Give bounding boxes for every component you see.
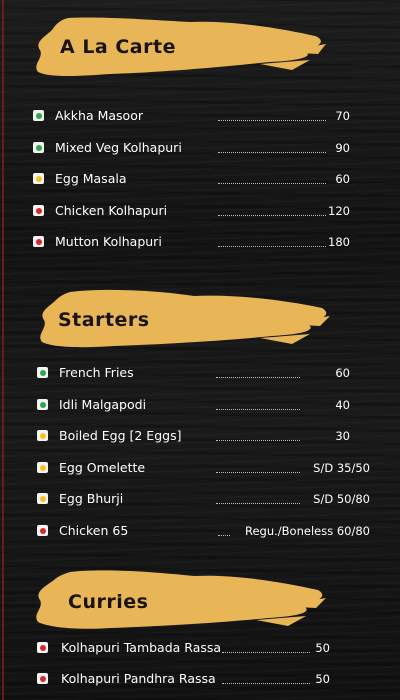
dotted-leader (222, 642, 310, 653)
item-name: Chicken 65 (59, 523, 129, 538)
menu-item: Egg Omelette S/D 35/50 (0, 458, 400, 478)
menu-item: Mutton Kolhapuri 180 (0, 232, 400, 252)
indicator-dot (35, 175, 42, 182)
dotted-leader (218, 205, 326, 216)
menu-item: Boiled Egg [2 Eggs] 30 (0, 426, 400, 446)
indicator-dot (35, 144, 42, 151)
item-price: S/D 50/80 (313, 492, 370, 506)
nonveg-indicator-icon (37, 673, 48, 684)
indicator-dot (39, 495, 46, 502)
indicator-dot (39, 464, 46, 471)
dotted-leader (216, 399, 300, 410)
nonveg-indicator-icon (37, 525, 48, 536)
menu-item: French Fries 60 (0, 363, 400, 383)
egg-indicator-icon (33, 173, 44, 184)
item-price: 90 (335, 141, 350, 155)
indicator-dot (39, 401, 46, 408)
section-title: Starters (58, 309, 150, 331)
dotted-leader (216, 367, 300, 378)
section-title: A La Carte (60, 36, 176, 58)
item-price: 40 (335, 398, 350, 412)
menu-item: Akkha Masoor 70 (0, 106, 400, 126)
dotted-leader (216, 493, 300, 504)
indicator-dot (35, 238, 42, 245)
menu-item: Chicken Kolhapuri 120 (0, 201, 400, 221)
dotted-leader (222, 673, 310, 684)
dotted-leader (218, 142, 326, 153)
menu-item: Mixed Veg Kolhapuri 90 (0, 138, 400, 158)
dotted-leader (216, 430, 300, 441)
nonveg-indicator-icon (37, 642, 48, 653)
veg-indicator-icon (33, 110, 44, 121)
menu-item: Idli Malgapodi 40 (0, 395, 400, 415)
dotted-leader (218, 236, 326, 247)
menu-item: Egg Bhurji S/D 50/80 (0, 489, 400, 509)
dotted-leader (218, 173, 326, 184)
item-price: 50 (315, 672, 330, 686)
menu-item: Egg Masala 60 (0, 169, 400, 189)
dotted-leader (218, 525, 230, 536)
menu-board: A La Carte Starters Curries Akkha Masoor… (0, 0, 400, 700)
egg-indicator-icon (37, 430, 48, 441)
menu-item: Kolhapuri Pandhra Rassa 50 (0, 669, 400, 689)
item-price: 60 (335, 366, 350, 380)
indicator-dot (39, 527, 46, 534)
indicator-dot (35, 207, 42, 214)
dotted-leader (218, 110, 326, 121)
item-price: S/D 35/50 (313, 461, 370, 475)
section-banner: A La Carte (30, 14, 330, 84)
item-price: 50 (315, 641, 330, 655)
item-price: 180 (328, 235, 350, 249)
nonveg-indicator-icon (33, 205, 44, 216)
menu-item: Kolhapuri Tambada Rassa 50 (0, 638, 400, 658)
veg-indicator-icon (37, 399, 48, 410)
item-name: Egg Masala (55, 171, 127, 186)
dotted-leader (216, 462, 300, 473)
egg-indicator-icon (37, 493, 48, 504)
section-banner: Starters (34, 286, 334, 356)
item-name: Kolhapuri Tambada Rassa (61, 640, 222, 655)
item-name: Egg Bhurji (59, 491, 124, 506)
veg-indicator-icon (33, 142, 44, 153)
item-name: Egg Omelette (59, 460, 146, 475)
item-name: Idli Malgapodi (59, 397, 147, 412)
item-name: Mutton Kolhapuri (55, 234, 162, 249)
item-name: Akkha Masoor (55, 108, 143, 123)
section-title: Curries (68, 591, 149, 613)
item-price: 60 (335, 172, 350, 186)
item-name: Mixed Veg Kolhapuri (55, 140, 182, 155)
item-name: Boiled Egg [2 Eggs] (59, 428, 182, 443)
item-price: 120 (328, 204, 350, 218)
item-price: Regu./Boneless 60/80 (244, 524, 370, 538)
item-price: 70 (335, 109, 350, 123)
menu-item: Chicken 65 Regu./Boneless 60/80 (0, 521, 400, 541)
indicator-dot (39, 644, 46, 651)
item-name: Kolhapuri Pandhra Rassa (61, 671, 216, 686)
nonveg-indicator-icon (33, 236, 44, 247)
indicator-dot (35, 112, 42, 119)
section-banner: Curries (30, 566, 330, 636)
item-name: Chicken Kolhapuri (55, 203, 168, 218)
veg-indicator-icon (37, 367, 48, 378)
indicator-dot (39, 432, 46, 439)
item-name: French Fries (59, 365, 134, 380)
indicator-dot (39, 369, 46, 376)
left-edge-divider (2, 0, 4, 700)
egg-indicator-icon (37, 462, 48, 473)
item-price: 30 (335, 429, 350, 443)
indicator-dot (39, 675, 46, 682)
